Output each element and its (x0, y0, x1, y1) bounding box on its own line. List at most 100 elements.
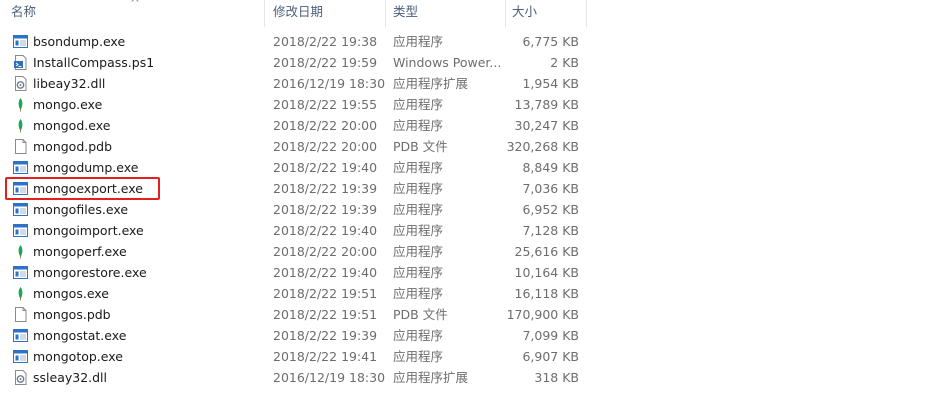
file-modified-date: 2016/12/19 18:30 (273, 370, 386, 385)
mongodb-leaf-icon (13, 97, 28, 112)
file-row[interactable]: mongos.pdb 2018/2/22 19:51 PDB 文件 170,900 K… (0, 304, 590, 325)
dll-gear-icon (13, 370, 28, 385)
file-modified-date: 2018/2/22 19:51 (273, 307, 378, 322)
file-type: 应用程序 (393, 160, 444, 175)
file-type: 应用程序 (393, 118, 444, 133)
file-modified-date: 2018/2/22 19:39 (273, 328, 378, 343)
sort-up-icon: ^ (130, 0, 141, 10)
file-name[interactable]: mongoperf.exe (33, 241, 127, 262)
mongodb-leaf-icon (13, 286, 28, 301)
file-row[interactable]: ssleay32.dll 2016/12/19 18:30 应用程序扩展 318 KB (0, 367, 590, 388)
column-header-date[interactable]: 修改日期 (265, 0, 386, 27)
file-name[interactable]: mongo.exe (33, 94, 102, 115)
file-modified-date: 2018/2/22 19:51 (273, 286, 378, 301)
file-modified-date: 2016/12/19 18:30 (273, 76, 386, 91)
exe-window-icon (13, 265, 28, 280)
exe-window-icon (13, 202, 28, 217)
file-modified-date: 2018/2/22 19:40 (273, 160, 378, 175)
file-type: 应用程序 (393, 97, 444, 112)
file-row[interactable]: mongoperf.exe 2018/2/22 20:00 应用程序 25,616 K… (0, 241, 590, 262)
file-name[interactable]: mongorestore.exe (33, 262, 147, 283)
file-modified-date: 2018/2/22 19:59 (273, 55, 378, 70)
file-modified-date: 2018/2/22 19:40 (273, 223, 378, 238)
file-name[interactable]: mongostat.exe (33, 325, 126, 346)
file-row[interactable]: bsondump.exe 2018/2/22 19:38 应用程序 6,775 KB (0, 31, 590, 52)
exe-window-icon (13, 223, 28, 238)
file-row[interactable]: mongotop.exe 2018/2/22 19:41 应用程序 6,907 KB (0, 346, 590, 367)
file-size: 318 KB (534, 370, 579, 385)
file-modified-date: 2018/2/22 20:00 (273, 244, 378, 259)
file-modified-date: 2018/2/22 19:55 (273, 97, 378, 112)
file-modified-date: 2018/2/22 20:00 (273, 139, 378, 154)
file-type: 应用程序 (393, 223, 444, 238)
file-size: 320,268 KB (506, 139, 579, 154)
dll-gear-icon (13, 76, 28, 91)
column-header-size[interactable]: 大小 (506, 0, 587, 27)
file-type: 应用程序 (393, 349, 444, 364)
file-size: 7,036 KB (522, 181, 579, 196)
file-name[interactable]: bsondump.exe (33, 31, 125, 52)
file-type: 应用程序 (393, 286, 444, 301)
file-size: 16,118 KB (514, 286, 579, 301)
file-type: 应用程序 (393, 202, 444, 217)
file-list: bsondump.exe 2018/2/22 19:38 应用程序 6,775 KB I… (0, 31, 590, 388)
file-name[interactable]: mongofiles.exe (33, 199, 128, 220)
exe-window-icon (13, 160, 28, 175)
file-name[interactable]: mongod.exe (33, 115, 110, 136)
file-name[interactable]: mongodump.exe (33, 157, 138, 178)
file-modified-date: 2018/2/22 19:38 (273, 34, 378, 49)
file-row[interactable]: mongo.exe 2018/2/22 19:55 应用程序 13,789 KB (0, 94, 590, 115)
selection-highlight-box (5, 177, 160, 200)
file-type: 应用程序 (393, 34, 444, 49)
file-name[interactable]: InstallCompass.ps1 (33, 52, 154, 73)
file-size: 1,954 KB (522, 76, 579, 91)
file-name[interactable]: mongos.pdb (33, 304, 111, 325)
file-row[interactable]: mongofiles.exe 2018/2/22 19:39 应用程序 6,952 K… (0, 199, 590, 220)
file-type: 应用程序 (393, 265, 444, 280)
mongodb-leaf-icon (13, 244, 28, 259)
file-size: 2 KB (550, 55, 579, 70)
file-row[interactable]: libeay32.dll 2016/12/19 18:30 应用程序扩展 1,954 … (0, 73, 590, 94)
powershell-script-icon (13, 55, 28, 70)
file-size: 25,616 KB (514, 244, 579, 259)
file-type: 应用程序扩展 (393, 370, 469, 385)
file-size: 8,849 KB (522, 160, 579, 175)
blank-file-icon (13, 307, 28, 322)
file-type: 应用程序 (393, 328, 444, 343)
file-row[interactable]: mongod.exe 2018/2/22 20:00 应用程序 30,247 KB (0, 115, 590, 136)
file-name[interactable]: libeay32.dll (33, 73, 105, 94)
file-name[interactable]: mongotop.exe (33, 346, 123, 367)
file-modified-date: 2018/2/22 19:39 (273, 181, 378, 196)
file-modified-date: 2018/2/22 19:39 (273, 202, 378, 217)
file-row[interactable]: mongodump.exe 2018/2/22 19:40 应用程序 8,849 KB (0, 157, 590, 178)
file-row[interactable]: mongorestore.exe 2018/2/22 19:40 应用程序 10,16… (0, 262, 590, 283)
file-size: 13,789 KB (514, 97, 579, 112)
file-type: PDB 文件 (393, 307, 448, 322)
column-header-name[interactable]: 名称 ^ (0, 0, 265, 27)
exe-window-icon (13, 349, 28, 364)
file-row[interactable]: mongos.exe 2018/2/22 19:51 应用程序 16,118 KB (0, 283, 590, 304)
file-size: 30,247 KB (514, 118, 579, 133)
file-row[interactable]: mongoimport.exe 2018/2/22 19:40 应用程序 7,128 … (0, 220, 590, 241)
column-header-name-label: 名称 (11, 4, 37, 19)
file-size: 7,099 KB (522, 328, 579, 343)
file-name[interactable]: mongod.pdb (33, 136, 112, 157)
file-type: 应用程序 (393, 181, 444, 196)
file-row[interactable]: mongod.pdb 2018/2/22 20:00 PDB 文件 320,268 K… (0, 136, 590, 157)
column-header-type[interactable]: 类型 (386, 0, 506, 27)
file-size: 6,907 KB (522, 349, 579, 364)
column-header-date-label: 修改日期 (273, 4, 324, 19)
file-row[interactable]: InstallCompass.ps1 2018/2/22 19:59 Windows… (0, 52, 590, 73)
file-type: 应用程序 (393, 244, 444, 259)
file-modified-date: 2018/2/22 20:00 (273, 118, 378, 133)
column-header-bar: 名称 ^ 修改日期 类型 大小 (0, 0, 590, 27)
mongodb-leaf-icon (13, 118, 28, 133)
file-name[interactable]: ssleay32.dll (33, 367, 107, 388)
file-row[interactable]: mongostat.exe 2018/2/22 19:39 应用程序 7,099 KB (0, 325, 590, 346)
file-name[interactable]: mongoimport.exe (33, 220, 144, 241)
file-modified-date: 2018/2/22 19:40 (273, 265, 378, 280)
column-header-type-label: 类型 (393, 4, 419, 19)
column-header-size-label: 大小 (512, 4, 538, 19)
file-type: Windows Power... (393, 55, 502, 70)
file-name[interactable]: mongos.exe (33, 283, 109, 304)
